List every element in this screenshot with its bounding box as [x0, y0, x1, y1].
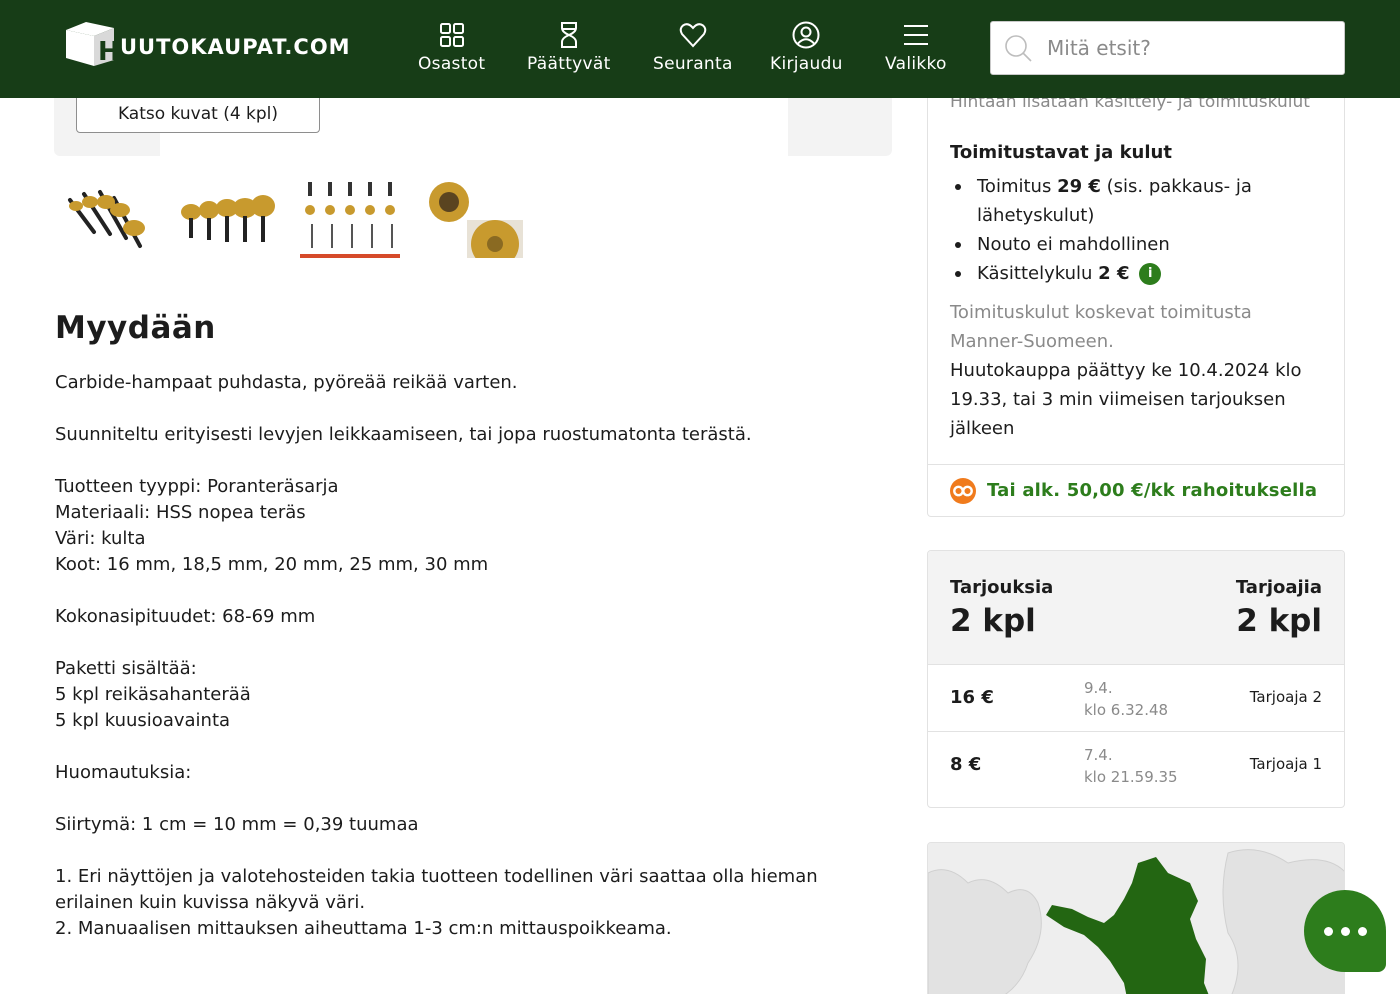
financing-link[interactable]: Tai alk. 50,00 €/kk rahoituksella [928, 464, 1344, 516]
financing-logo-icon [950, 477, 976, 504]
heart-icon [679, 23, 707, 48]
bid-time: klo 21.59.35 [1084, 768, 1178, 786]
shipping-list: Toimitus 29 € (sis. pakkaus- ja lähetysk… [950, 172, 1320, 288]
bid-row: 16 € 9.4. klo 6.32.48 Tarjoaja 2 [928, 665, 1344, 732]
description-line: Väri: kulta [55, 528, 146, 549]
thumbnail-1[interactable] [54, 180, 154, 258]
logo-box-icon: H [66, 22, 116, 67]
description-body: Carbide-hampaat puhdasta, pyöreää reikää… [55, 370, 875, 942]
shipping-item-amount: 29 € [1057, 176, 1101, 197]
shipping-item-text: Toimitus [977, 176, 1058, 197]
description-line [55, 630, 875, 656]
description-line: Carbide-hampaat puhdasta, pyöreää reikää… [55, 372, 518, 393]
description-line: Suunniteltu erityisesti levyjen leikkaam… [55, 424, 752, 445]
finland-map-icon [928, 843, 1344, 994]
search-input[interactable] [1047, 36, 1327, 60]
offers-label: Tarjouksia [950, 577, 1054, 598]
description-line [55, 578, 875, 604]
bid-bidder: Tarjoaja 1 [1249, 755, 1322, 773]
location-map[interactable] [927, 842, 1345, 994]
search-box[interactable] [990, 21, 1345, 75]
auction-end-text: Huutokauppa päättyy ke 10.4.2024 klo 19.… [950, 360, 1302, 439]
bid-datetime: 9.4. klo 6.32.48 [1084, 677, 1168, 721]
description-line [55, 448, 875, 474]
chat-dots-icon [1340, 926, 1350, 936]
nav-label: Osastot [418, 54, 486, 74]
hourglass-icon [560, 22, 577, 48]
svg-text:H: H [98, 37, 116, 67]
bidders-label: Tarjoajia [1235, 577, 1322, 598]
description-line: 5 kpl reikäsahanterää [55, 684, 251, 705]
bid-date: 7.4. [1084, 746, 1113, 764]
bids-summary: Tarjouksia 2 kpl Tarjoajia 2 kpl [928, 551, 1344, 665]
description-title: Myydään [55, 310, 216, 346]
thumbnail-2[interactable] [177, 180, 277, 258]
description-line [55, 396, 875, 422]
chat-dots-icon [1323, 926, 1333, 936]
shipping-item-delivery: Toimitus 29 € (sis. pakkaus- ja lähetysk… [950, 172, 1320, 230]
menu-icon [903, 25, 928, 45]
shipping-title: Toimitustavat ja kulut [950, 142, 1172, 163]
shipping-card: Hintaan lisätään käsittely- ja toimitusk… [927, 92, 1345, 517]
nav-osastot[interactable]: Osastot [418, 20, 485, 74]
info-icon[interactable]: i [1139, 262, 1162, 285]
description-line [55, 838, 875, 864]
bid-date: 9.4. [1084, 679, 1113, 697]
description-line: Kokonasipituudet: 68-69 mm [55, 606, 316, 627]
description-line: 5 kpl kuusioavainta [55, 710, 231, 731]
description-line: Paketti sisältää: [55, 658, 197, 679]
nav-label: Kirjaudu [770, 54, 843, 74]
nav-label: Valikko [885, 54, 947, 74]
thumbnail-3[interactable] [300, 180, 400, 258]
description-line [55, 734, 875, 760]
bid-datetime: 7.4. klo 21.59.35 [1084, 744, 1178, 788]
site-header: H UUTOKAUPAT.COM Osastot Päättyvät Seura… [0, 0, 1400, 98]
logo-text: UUTOKAUPAT.COM [120, 35, 351, 59]
grid-icon [439, 23, 464, 47]
description-line: 2. Manuaalisen mittauksen aiheuttama 1-3… [55, 918, 672, 939]
bidders-count: 2 kpl [1236, 603, 1322, 639]
nav-kirjaudu[interactable]: Kirjaudu [770, 20, 843, 74]
search-icon [1005, 35, 1032, 62]
chat-button[interactable] [1304, 890, 1386, 972]
nav-seuranta[interactable]: Seuranta [653, 20, 733, 74]
description-line: Tuotteen tyyppi: Poranteräsarja [55, 476, 339, 497]
nav-label: Päättyvät [527, 54, 611, 74]
description-line: Huomautuksia: [55, 762, 192, 783]
chat-dots-icon [1357, 926, 1367, 936]
bid-amount: 8 € [950, 754, 982, 775]
financing-text: Tai alk. 50,00 €/kk rahoituksella [987, 480, 1318, 501]
nav-valikko[interactable]: Valikko [885, 20, 947, 74]
thumbnail-4[interactable] [423, 180, 523, 258]
bids-card: Tarjouksia 2 kpl Tarjoajia 2 kpl 16 € 9.… [927, 550, 1345, 808]
offers-count: 2 kpl [950, 603, 1036, 639]
shipping-item-text: Nouto ei mahdollinen [977, 234, 1170, 255]
bid-bidder: Tarjoaja 2 [1249, 688, 1322, 706]
shipping-region-note: Toimituskulut koskevat toimitusta Manner… [950, 302, 1252, 352]
site-logo[interactable]: H UUTOKAUPAT.COM [64, 20, 351, 68]
bid-row: 8 € 7.4. klo 21.59.35 Tarjoaja 1 [928, 732, 1344, 799]
shipping-item-handling: Käsittelykulu 2 € i [950, 259, 1320, 288]
nav-label: Seuranta [653, 54, 733, 74]
shipping-item-text: Käsittelykulu [977, 263, 1099, 284]
description-line: 1. Eri näyttöjen ja valotehosteiden taki… [55, 866, 818, 913]
shipping-item-amount: 2 € [1098, 263, 1130, 284]
gallery-main-image-edge [788, 98, 892, 156]
bid-time: klo 6.32.48 [1084, 701, 1169, 719]
description-line: Siirtymä: 1 cm = 10 mm = 0,39 tuumaa [55, 814, 419, 835]
bid-amount: 16 € [950, 687, 994, 708]
description-line [55, 786, 875, 812]
shipping-item-pickup: Nouto ei mahdollinen [950, 230, 1320, 259]
nav-paattyvat[interactable]: Päättyvät [527, 20, 611, 74]
description-line: Materiaali: HSS nopea teräs [55, 502, 306, 523]
user-icon [792, 21, 820, 49]
description-line: Koot: 16 mm, 18,5 mm, 20 mm, 25 mm, 30 m… [55, 554, 489, 575]
